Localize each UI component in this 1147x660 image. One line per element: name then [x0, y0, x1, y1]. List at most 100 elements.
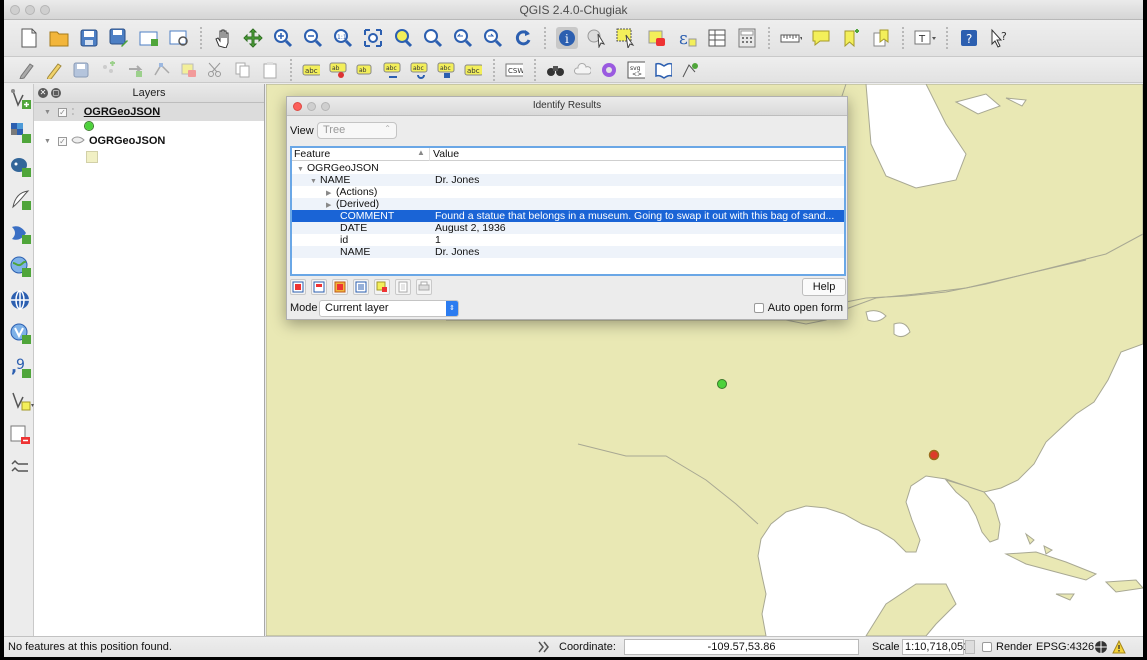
map-point-red[interactable]	[928, 449, 940, 461]
auto-open-form-checkbox[interactable]	[753, 303, 764, 313]
mode-select[interactable]: Current layer ⇕	[319, 300, 459, 317]
add-vector-layer-icon[interactable]	[10, 88, 31, 109]
identify-icon[interactable]: i	[556, 27, 578, 49]
show-bookmarks-icon[interactable]	[870, 27, 892, 49]
attribute-table-icon[interactable]	[706, 27, 728, 49]
expand-new-icon[interactable]	[332, 279, 348, 295]
clear-results-icon[interactable]	[353, 279, 369, 295]
view-select[interactable]: Tree ⌃	[317, 122, 397, 139]
paste-features-icon[interactable]	[261, 61, 279, 79]
expand-arrow-icon[interactable]: ▼	[44, 138, 51, 145]
tree-row[interactable]: ▼ OGRGeoJSON	[292, 162, 844, 174]
tree-row[interactable]: id 1	[292, 234, 844, 246]
zoom-last-icon[interactable]	[452, 27, 474, 49]
map-tips-icon[interactable]	[810, 27, 832, 49]
new-print-composer-icon[interactable]	[138, 27, 160, 49]
value-column-header[interactable]: Value	[433, 148, 459, 160]
tree-row[interactable]: COMMENT Found a statue that belongs in a …	[292, 210, 844, 222]
layer-item[interactable]: ▼ ✓ ⁚ OGRGeoJSON	[34, 103, 264, 121]
highlight-icon[interactable]	[374, 279, 390, 295]
select-features-icon[interactable]	[586, 27, 608, 49]
csv-icon[interactable]: CSW	[505, 61, 523, 79]
toggle-editing-icon[interactable]	[45, 61, 63, 79]
node-tool-icon[interactable]	[153, 61, 171, 79]
copy-attributes-icon[interactable]	[395, 279, 411, 295]
layer-item[interactable]: ▼ ✓ OGRGeoJSON	[34, 132, 264, 150]
zoom-to-selection-icon[interactable]	[392, 27, 414, 49]
tree-row[interactable]: NAME Dr. Jones	[292, 246, 844, 258]
label-move-icon[interactable]: abc	[383, 61, 401, 79]
label-show-hide-icon[interactable]: ab	[356, 61, 374, 79]
feature-column-header[interactable]: Feature	[294, 148, 330, 160]
label-rotate-icon[interactable]: abc	[410, 61, 428, 79]
layer-name[interactable]: OGRGeoJSON	[89, 135, 165, 147]
zoom-actual-size-icon[interactable]: 1:1	[332, 27, 354, 49]
add-mssql-layer-icon[interactable]	[10, 223, 31, 244]
label-diagram-icon[interactable]: abc	[464, 61, 482, 79]
auto-open-form-toggle[interactable]: Auto open form	[753, 302, 843, 314]
layer-visibility-checkbox[interactable]: ✓	[57, 136, 67, 146]
label-pin-icon[interactable]: ab	[329, 61, 347, 79]
add-postgis-layer-icon[interactable]	[10, 156, 31, 177]
svg-icon[interactable]: svg <>	[627, 61, 645, 79]
render-checkbox[interactable]	[982, 642, 992, 652]
tree-row[interactable]: ▼ NAME Dr. Jones	[292, 174, 844, 186]
add-wcs-layer-icon[interactable]	[10, 290, 30, 310]
expand-tree-icon[interactable]	[290, 279, 306, 295]
scale-field[interactable]: 1:10,718,051	[902, 639, 969, 655]
copy-features-icon[interactable]	[234, 61, 252, 79]
layer-name[interactable]: OGRGeoJSON	[84, 106, 160, 118]
remove-layer-icon[interactable]	[10, 424, 30, 444]
print-icon[interactable]	[416, 279, 432, 295]
move-feature-icon[interactable]	[126, 61, 144, 79]
coordinate-toggle-icon[interactable]	[536, 640, 550, 657]
add-delimited-text-icon[interactable]: ,9	[10, 357, 31, 378]
help-button[interactable]: Help	[802, 278, 846, 296]
new-bookmark-icon[interactable]	[840, 27, 862, 49]
projection-globe-icon[interactable]	[1094, 640, 1108, 657]
zoom-out-icon[interactable]	[302, 27, 324, 49]
current-edits-icon[interactable]	[18, 61, 36, 79]
save-as-icon[interactable]	[108, 27, 130, 49]
new-shapefile-icon[interactable]	[10, 390, 34, 411]
select-by-area-icon[interactable]	[616, 27, 638, 49]
results-tree[interactable]: Feature ▲ Value ▼ OGRGeoJSON ▼ NAME Dr. Jone…	[290, 146, 846, 276]
scale-lock-button[interactable]	[965, 640, 975, 654]
label-change-icon[interactable]: abc	[437, 61, 455, 79]
refresh-icon[interactable]	[512, 27, 534, 49]
open-project-icon[interactable]	[48, 27, 70, 49]
deselect-icon[interactable]	[646, 27, 668, 49]
zoom-next-icon[interactable]	[482, 27, 504, 49]
tree-row[interactable]: ▶ (Actions)	[292, 186, 844, 198]
layer-visibility-checkbox[interactable]: ✓	[57, 107, 67, 117]
add-raster-layer-icon[interactable]	[10, 122, 31, 143]
expression-select-icon[interactable]: ε	[676, 27, 698, 49]
plugin-icon[interactable]	[600, 61, 618, 79]
new-project-icon[interactable]	[18, 27, 40, 49]
add-wms-layer-icon[interactable]	[10, 256, 31, 277]
expand-arrow-icon[interactable]: ▼	[44, 109, 51, 116]
save-edits-icon[interactable]	[72, 61, 90, 79]
epsg-label[interactable]: EPSG:4326	[1036, 641, 1094, 653]
zoom-to-layer-icon[interactable]	[422, 27, 444, 49]
bookmark-book-icon[interactable]	[654, 61, 672, 79]
binoculars-icon[interactable]	[546, 61, 564, 79]
delete-selected-icon[interactable]	[180, 61, 198, 79]
collapse-tree-icon[interactable]	[311, 279, 327, 295]
georef-icon[interactable]	[681, 61, 699, 79]
field-calculator-icon[interactable]	[736, 27, 758, 49]
measure-icon[interactable]	[780, 27, 802, 49]
pan-icon[interactable]	[212, 27, 234, 49]
cut-features-icon[interactable]	[207, 61, 225, 79]
coordinate-field[interactable]: -109.57,53.86	[624, 639, 859, 655]
add-feature-icon[interactable]	[99, 60, 117, 79]
composer-manager-icon[interactable]	[168, 27, 190, 49]
cloud-icon[interactable]	[573, 61, 591, 79]
zoom-in-icon[interactable]	[272, 27, 294, 49]
save-project-icon[interactable]	[78, 27, 100, 49]
label-icon[interactable]: abc	[302, 61, 320, 79]
warning-icon[interactable]	[1112, 639, 1126, 657]
help-icon[interactable]: ?	[958, 27, 980, 49]
add-wfs-layer-icon[interactable]	[10, 323, 31, 344]
text-annotation-icon[interactable]: T	[914, 27, 936, 49]
